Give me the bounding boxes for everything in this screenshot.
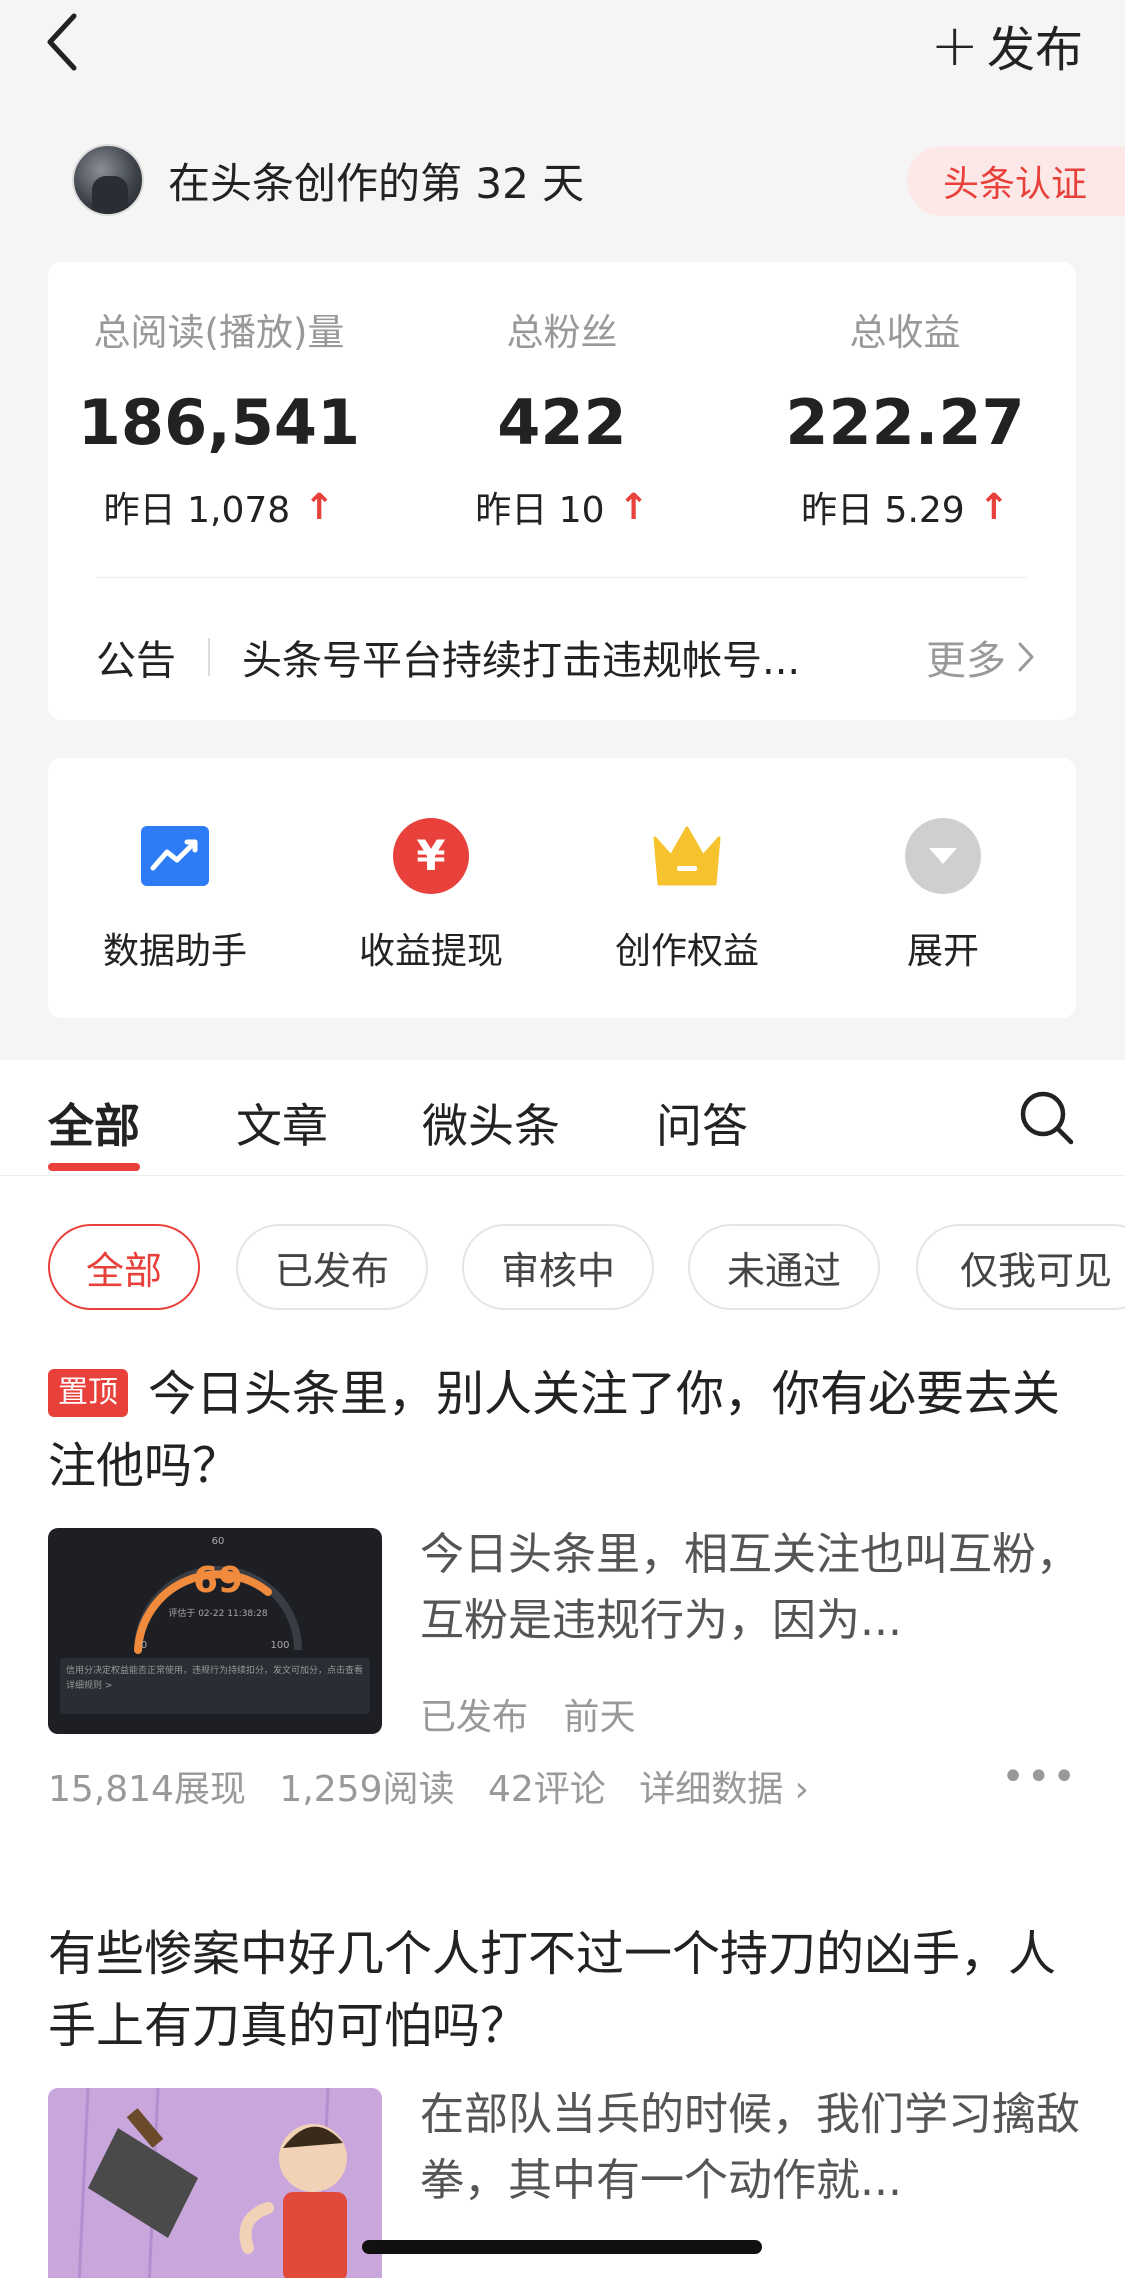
tool-withdraw[interactable]: ¥ 收益提现 — [331, 816, 531, 974]
article-excerpt: 在部队当兵的时候，我们学习擒敌拳，其中有一个动作就... — [420, 2089, 1080, 2206]
article-impressions: 15,814展现 — [48, 1769, 246, 1810]
notice-text[interactable]: 头条号平台持续打击违规帐号... — [242, 628, 926, 686]
avatar[interactable] — [72, 144, 144, 216]
stat-total-income[interactable]: 总收益 222.27 昨日 5.29 ↑ — [734, 302, 1076, 533]
article-time: 前天 — [563, 1697, 636, 1738]
thumbnail-description: 信用分决定权益能否正常使用，违规行为持续扣分，发文可加分，点击查看详细规则 > — [66, 1666, 364, 1691]
gauge-max-label: 100 — [270, 1640, 289, 1651]
stat-yesterday-text: 昨日 1,078 — [103, 490, 291, 531]
stat-total-fans[interactable]: 总粉丝 422 昨日 10 ↑ — [391, 302, 733, 533]
article-thumbnail — [48, 2088, 382, 2278]
up-arrow-icon: ↑ — [304, 486, 335, 528]
svg-text:¥: ¥ — [416, 831, 445, 880]
article-comments: 42评论 — [487, 1769, 606, 1810]
back-button[interactable] — [42, 10, 102, 80]
publish-label: 发布 — [986, 22, 1083, 78]
stat-label: 总阅读(播放)量 — [93, 311, 345, 354]
creator-days: 在头条创作的第 32 天 — [168, 158, 585, 208]
chevron-right-icon — [1018, 642, 1034, 672]
article-meta: 已发布 前天 — [420, 1688, 635, 1740]
tab-micro-posts[interactable]: 微头条 — [422, 1090, 560, 1156]
stat-label: 总粉丝 — [506, 311, 618, 354]
gauge-min-label: 0 — [141, 1640, 147, 1651]
article-thumbnail: 60 69 评估于 02-22 11:38:28 0 100 信用分决定权益能否… — [48, 1528, 382, 1734]
crown-icon — [647, 816, 727, 896]
chevron-right-icon: › — [794, 1769, 810, 1810]
stat-value: 186,541 — [77, 386, 361, 459]
filter-reviewing[interactable]: 审核中 — [462, 1224, 654, 1310]
credit-score: 69 — [193, 1560, 243, 1601]
tool-label: 收益提现 — [358, 931, 503, 972]
tool-label: 数据助手 — [102, 931, 247, 972]
content-tabs: 全部 文章 微头条 问答 — [0, 1060, 1125, 1176]
notice-more-link[interactable]: 更多 — [926, 628, 1036, 686]
stat-value: 422 — [497, 386, 627, 459]
divider — [96, 577, 1028, 578]
stat-value: 222.27 — [785, 386, 1025, 459]
publish-button[interactable]: + 发布 — [930, 10, 1083, 80]
article-stats: 15,814展现 1,259阅读 42评论 详细数据 › — [48, 1760, 809, 1812]
more-options-icon[interactable]: ••• — [1001, 1754, 1078, 1800]
filter-published[interactable]: 已发布 — [236, 1224, 428, 1310]
tools-card: 数据助手 ¥ 收益提现 创作权益 展开 — [48, 758, 1076, 1018]
stat-label: 总收益 — [849, 311, 961, 354]
tab-articles[interactable]: 文章 — [236, 1090, 328, 1156]
filter-rejected[interactable]: 未通过 — [688, 1224, 880, 1310]
expand-icon — [903, 816, 983, 896]
filter-private[interactable]: 仅我可见 — [916, 1224, 1125, 1310]
article-reads: 1,259阅读 — [279, 1769, 455, 1810]
article-title-text: 今日头条里，别人关注了你，你有必要去关注他吗？ — [48, 1366, 1061, 1494]
score-date: 评估于 02-22 11:38:28 — [168, 1607, 268, 1619]
tool-label: 展开 — [906, 931, 979, 972]
tool-expand[interactable]: 展开 — [843, 816, 1043, 974]
creator-header: 在头条创作的第 32 天 头条认证 — [72, 140, 1125, 220]
home-indicator[interactable] — [362, 2240, 762, 2254]
gauge-top-label: 60 — [212, 1536, 225, 1547]
tab-all[interactable]: 全部 — [48, 1090, 140, 1156]
yuan-icon: ¥ — [391, 816, 471, 896]
up-arrow-icon: ↑ — [618, 486, 649, 528]
chart-icon — [135, 816, 215, 896]
tool-creator-rights[interactable]: 创作权益 — [587, 816, 787, 974]
notice-separator — [208, 638, 210, 676]
cert-badge[interactable]: 头条认证 — [906, 146, 1125, 216]
filter-all[interactable]: 全部 — [48, 1224, 200, 1310]
notice-label: 公告 — [96, 638, 176, 684]
tab-indicator — [48, 1163, 140, 1171]
detail-data-label: 详细数据 — [639, 1769, 784, 1810]
article-title: 置顶 今日头条里，别人关注了你，你有必要去关注他吗？ — [48, 1358, 1078, 1502]
article-item[interactable]: 有些惨案中好几个人打不过一个持刀的凶手，人手上有刀真的可怕吗？ 在部队当兵的时候… — [48, 1918, 1080, 2278]
article-title: 有些惨案中好几个人打不过一个持刀的凶手，人手上有刀真的可怕吗？ — [48, 1926, 1057, 2054]
stat-yesterday: 昨日 10 ↑ — [391, 481, 733, 533]
stats-card: 总阅读(播放)量 186,541 昨日 1,078 ↑ 总粉丝 422 昨日 1… — [48, 262, 1076, 720]
stat-yesterday-text: 昨日 10 — [475, 490, 605, 531]
stat-yesterday-text: 昨日 5.29 — [801, 490, 965, 531]
chevron-left-icon — [47, 13, 77, 71]
search-button[interactable] — [1017, 1088, 1077, 1148]
detail-data-link[interactable]: 详细数据 › — [639, 1769, 809, 1810]
pinned-badge: 置顶 — [48, 1369, 128, 1417]
notice-more-label: 更多 — [926, 638, 1006, 684]
article-status: 已发布 — [420, 1697, 529, 1738]
stat-yesterday: 昨日 5.29 ↑ — [734, 481, 1076, 533]
content-area: 全部 文章 微头条 问答 全部 已发布 审核中 未通过 仅我可见 置顶 今日头条里… — [0, 1060, 1125, 2278]
notice-row[interactable]: 公告 头条号平台持续打击违规帐号... 更多 — [96, 622, 1036, 692]
article-excerpt: 今日头条里，相互关注也叫互粉，互粉是违规行为，因为... — [420, 1529, 1080, 1646]
stat-total-reads[interactable]: 总阅读(播放)量 186,541 昨日 1,078 ↑ — [48, 302, 390, 533]
tool-label: 创作权益 — [614, 931, 759, 972]
search-icon — [1020, 1091, 1074, 1145]
tab-qa[interactable]: 问答 — [656, 1090, 748, 1156]
stat-yesterday: 昨日 1,078 ↑ — [48, 481, 390, 533]
article-item[interactable]: 置顶 今日头条里，别人关注了你，你有必要去关注他吗？ 60 69 评估于 02-2… — [48, 1358, 1080, 1858]
plus-icon: + — [930, 11, 979, 79]
up-arrow-icon: ↑ — [978, 486, 1009, 528]
tool-data-assistant[interactable]: 数据助手 — [75, 816, 275, 974]
